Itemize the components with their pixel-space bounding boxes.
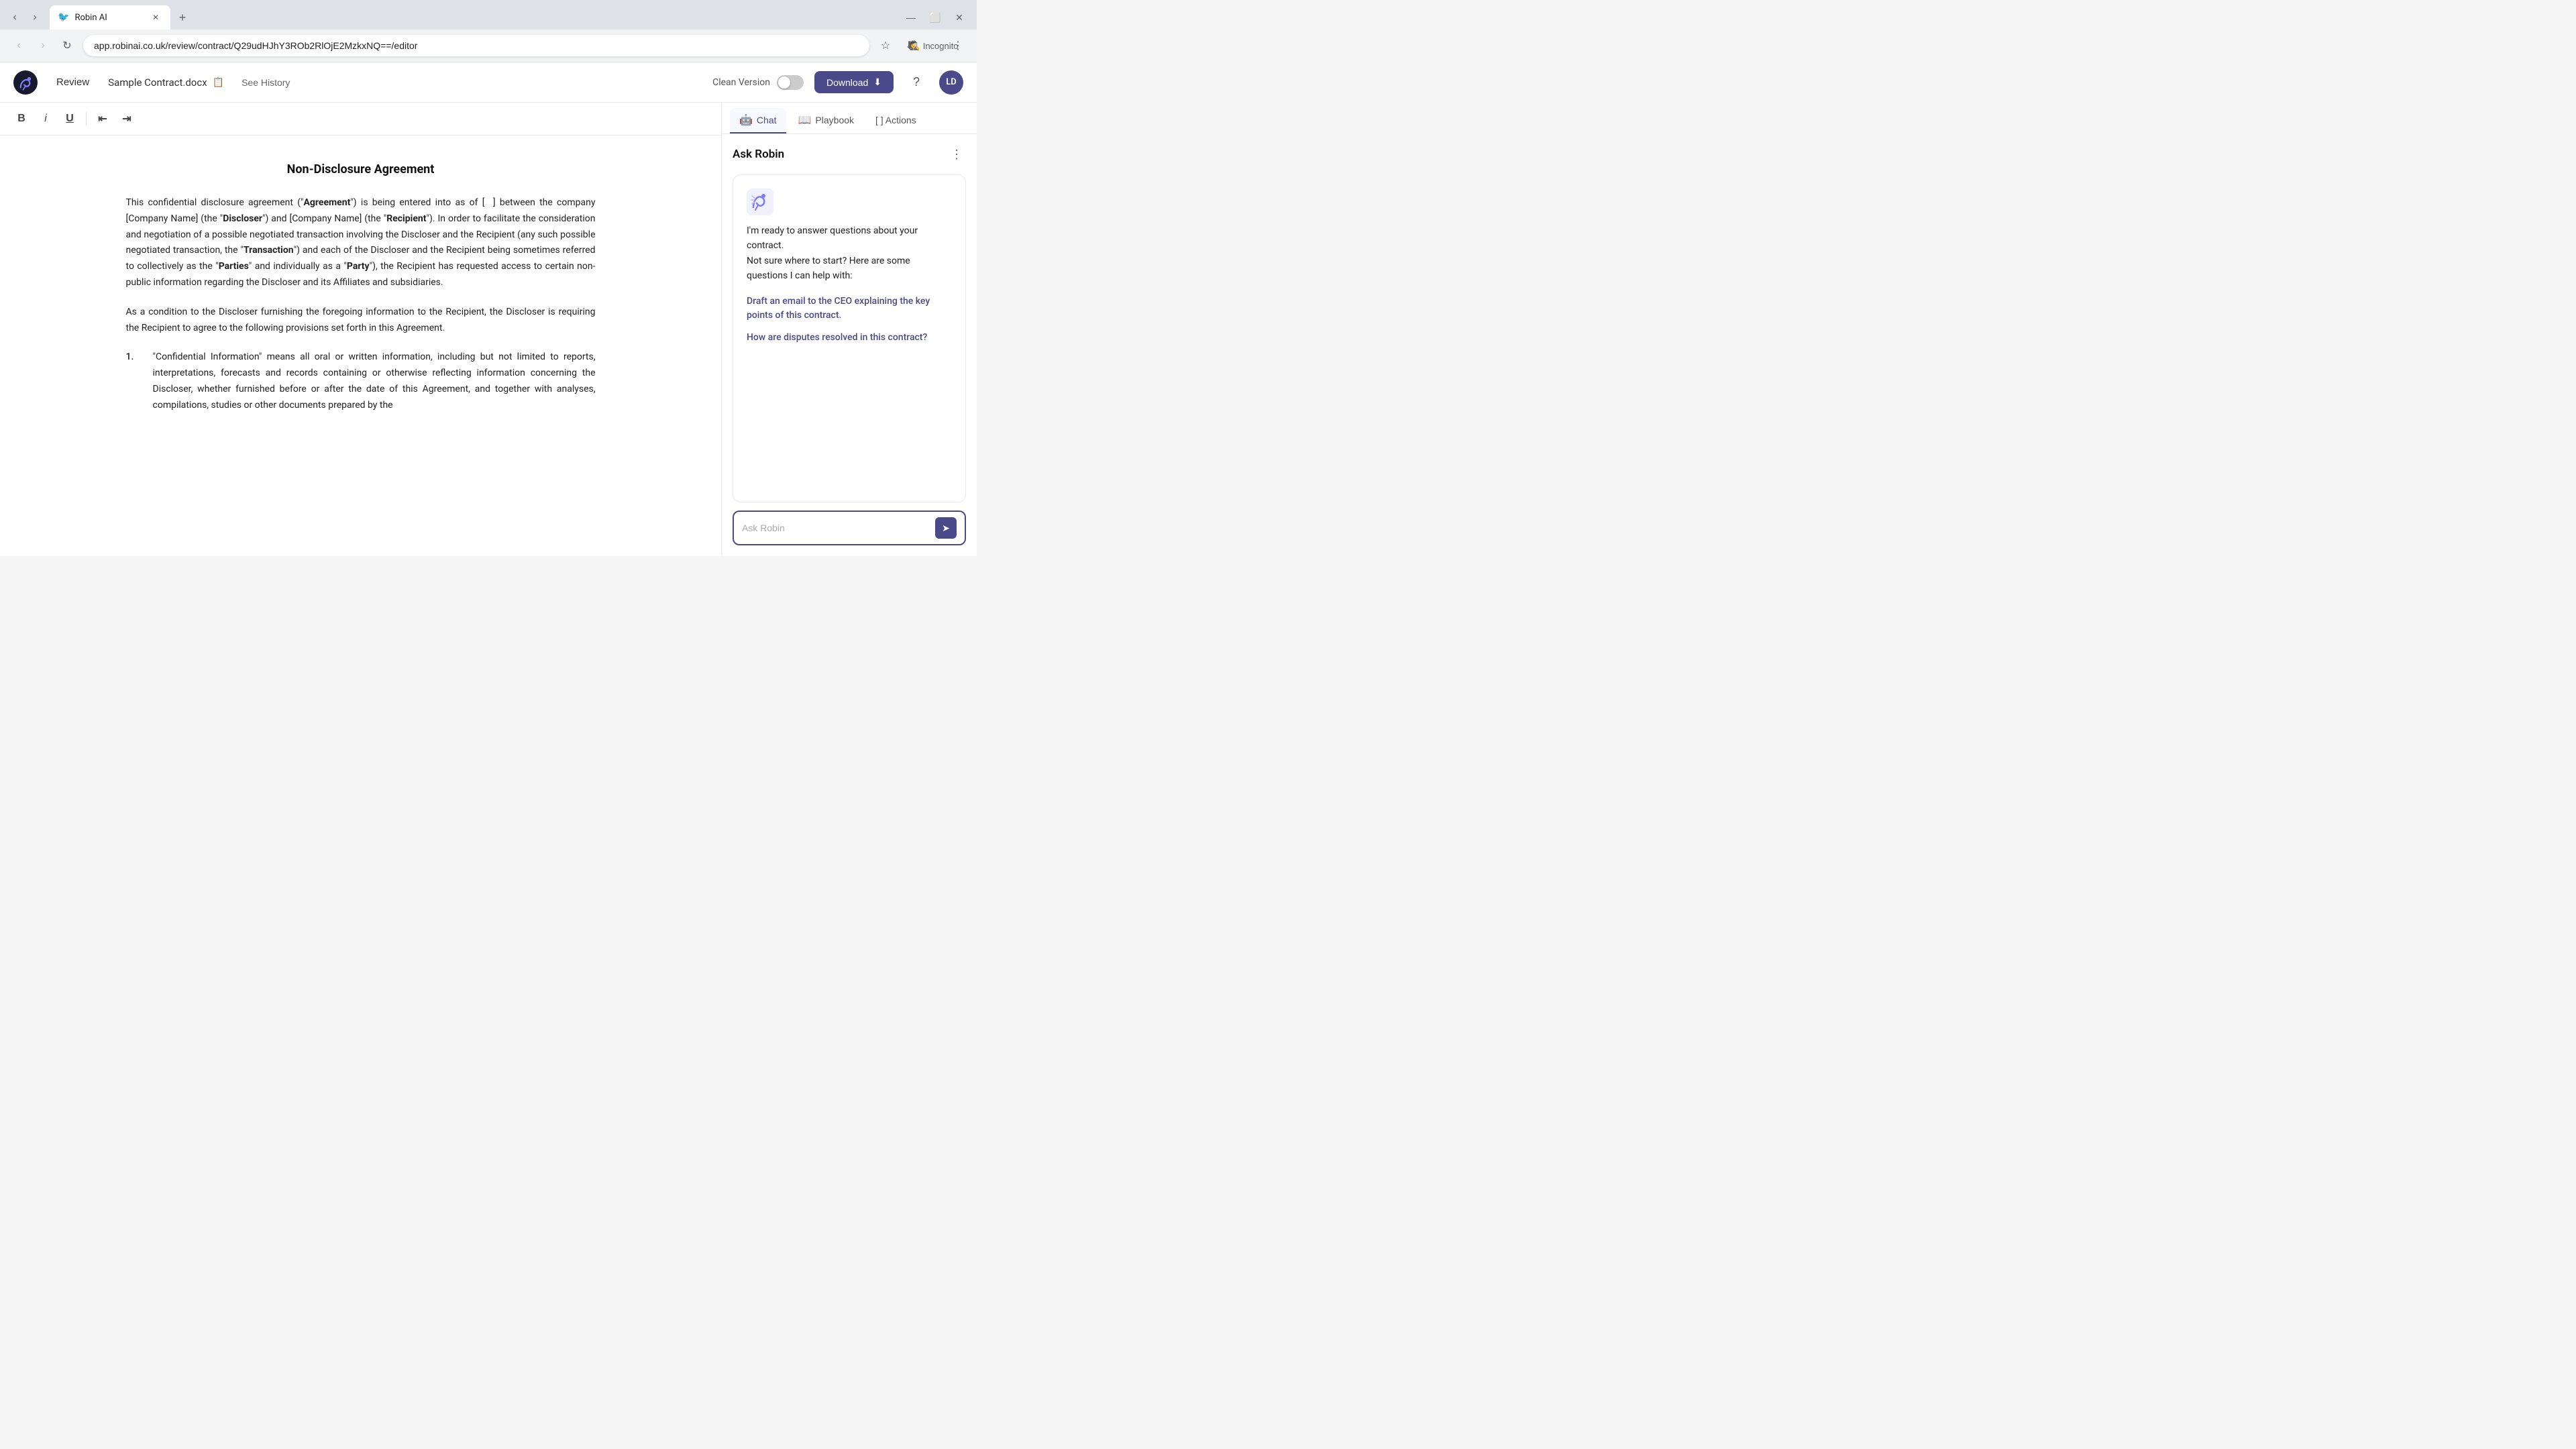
address-actions: ☆ ⬇ 🕵 Incognito ⋮	[875, 35, 969, 56]
ask-robin-send-button[interactable]: ➤	[935, 517, 957, 539]
window-close-button[interactable]: ✕	[950, 8, 969, 27]
list-item: 1. "Confidential Information" means all …	[126, 350, 596, 413]
robin-intro-line1: I'm ready to answer questions about your…	[747, 225, 918, 251]
incognito-button[interactable]: 🕵 Incognito	[923, 35, 945, 56]
ask-robin-input-area: ➤	[733, 511, 966, 545]
back-button[interactable]: ‹	[8, 35, 30, 56]
bookmark-button[interactable]: ☆	[875, 35, 896, 56]
document-content: Non-Disclosure Agreement This confidenti…	[126, 162, 596, 414]
robin-card: I'm ready to answer questions about your…	[733, 174, 966, 502]
sidebar-tab-bar: 🤖 Chat 📖 Playbook [ ] Actions	[722, 103, 977, 134]
main-content: B i U ⇤ ⇥ Non-Disclosure Agreement This …	[0, 103, 977, 556]
window-controls: — ⬜ ✕	[902, 8, 971, 27]
robin-suggestion-2[interactable]: How are disputes resolved in this contra…	[747, 331, 952, 345]
underline-button[interactable]: U	[59, 108, 80, 129]
logo[interactable]	[13, 70, 38, 95]
user-avatar[interactable]: LD	[939, 70, 963, 95]
bold-button[interactable]: B	[11, 108, 32, 129]
ask-robin-menu-button[interactable]: ⋮	[947, 145, 966, 164]
tab-actions[interactable]: [ ] Actions	[866, 108, 926, 133]
download-button[interactable]: Download ⬇	[814, 71, 894, 93]
robin-suggestion-1[interactable]: Draft an email to the CEO explaining the…	[747, 294, 952, 323]
new-tab-button[interactable]: +	[173, 8, 192, 27]
term-party: Party	[347, 261, 370, 272]
forward-button[interactable]: ›	[32, 35, 54, 56]
incognito-icon: 🕵	[910, 40, 920, 51]
sidebar: 🤖 Chat 📖 Playbook [ ] Actions Ask Robin …	[722, 103, 977, 556]
tab-bar: ‹ › 🐦 Robin AI ✕ + — ⬜ ✕	[0, 0, 977, 30]
term-agreement: Agreement	[304, 197, 351, 208]
ask-robin-header: Ask Robin ⋮	[733, 145, 966, 164]
playbook-tab-icon: 📖	[798, 113, 812, 127]
tab-nav-group: ‹ ›	[5, 8, 44, 27]
term-recipient: Recipient	[386, 213, 426, 224]
app-container: Review Sample Contract.docx 📋 See Histor…	[0, 62, 977, 556]
italic-button[interactable]: i	[35, 108, 56, 129]
ask-robin-title: Ask Robin	[733, 148, 784, 161]
download-label: Download	[826, 77, 868, 88]
app-header: Review Sample Contract.docx 📋 See Histor…	[0, 62, 977, 103]
clean-version-label: Clean Version	[712, 77, 770, 88]
robin-intro-line2: Not sure where to start? Here are some q…	[747, 256, 910, 281]
toolbar-divider	[86, 112, 87, 125]
tab-favicon: 🐦	[58, 12, 69, 23]
address-input[interactable]	[83, 35, 869, 56]
window-restore-button[interactable]: ⬜	[926, 8, 945, 27]
tab-chat[interactable]: 🤖 Chat	[730, 108, 786, 133]
document-scroll[interactable]: Non-Disclosure Agreement This confidenti…	[0, 136, 721, 556]
window-minimize-button[interactable]: —	[902, 8, 920, 27]
chat-tab-label: Chat	[757, 115, 777, 125]
ask-robin-input[interactable]	[742, 523, 930, 533]
see-history-button[interactable]: See History	[235, 73, 297, 92]
provisions-list: 1. "Confidential Information" means all …	[126, 350, 596, 413]
term-discloser: Discloser	[223, 213, 262, 224]
robin-icon	[747, 189, 773, 215]
editor-area: B i U ⇤ ⇥ Non-Disclosure Agreement This …	[0, 103, 722, 556]
copy-icon[interactable]: 📋	[213, 77, 224, 88]
doc-name-text: Sample Contract.docx	[108, 76, 207, 89]
browser-menu-button[interactable]: ⋮	[947, 35, 969, 56]
review-button[interactable]: Review	[48, 72, 97, 92]
clean-version-group: Clean Version	[712, 75, 804, 90]
send-icon: ➤	[942, 523, 950, 534]
actions-tab-label: [ ] Actions	[875, 115, 916, 125]
list-item-content: "Confidential Information" means all ora…	[153, 350, 596, 413]
download-icon: ⬇	[873, 76, 881, 88]
tab-close-button[interactable]: ✕	[149, 11, 162, 24]
indent-button[interactable]: ⇥	[116, 108, 138, 129]
formatting-toolbar: B i U ⇤ ⇥	[0, 103, 721, 136]
robin-intro: I'm ready to answer questions about your…	[747, 223, 952, 284]
paragraph-2: As a condition to the Discloser furnishi…	[126, 305, 596, 337]
clean-version-toggle[interactable]	[777, 75, 804, 90]
tab-playbook[interactable]: 📖 Playbook	[789, 108, 864, 133]
paragraph-1: This confidential disclosure agreement (…	[126, 195, 596, 291]
browser-nav-buttons: ‹ › ↻	[8, 35, 78, 56]
doc-name: Sample Contract.docx 📋	[108, 76, 224, 89]
list-item-number: 1.	[126, 350, 142, 413]
sidebar-body: Ask Robin ⋮ I	[722, 134, 977, 556]
address-bar: ‹ › ↻ ☆ ⬇ 🕵 Incognito ⋮	[0, 30, 977, 62]
active-tab[interactable]: 🐦 Robin AI ✕	[50, 5, 170, 30]
chat-tab-icon: 🤖	[739, 113, 753, 127]
tab-nav-right[interactable]: ›	[25, 8, 44, 27]
term-transaction: Transaction	[244, 245, 294, 256]
tab-nav-left[interactable]: ‹	[5, 8, 24, 27]
reload-button[interactable]: ↻	[56, 35, 78, 56]
term-parties: Parties	[219, 261, 249, 272]
document-title: Non-Disclosure Agreement	[126, 162, 596, 176]
ask-robin-input-wrap: ➤	[733, 511, 966, 545]
playbook-tab-label: Playbook	[815, 115, 854, 125]
outdent-button[interactable]: ⇤	[92, 108, 113, 129]
tab-title: Robin AI	[74, 13, 107, 23]
help-icon: ?	[913, 75, 920, 89]
term-confidential-info: Confidential Information	[156, 352, 259, 362]
help-button[interactable]: ?	[904, 70, 928, 95]
